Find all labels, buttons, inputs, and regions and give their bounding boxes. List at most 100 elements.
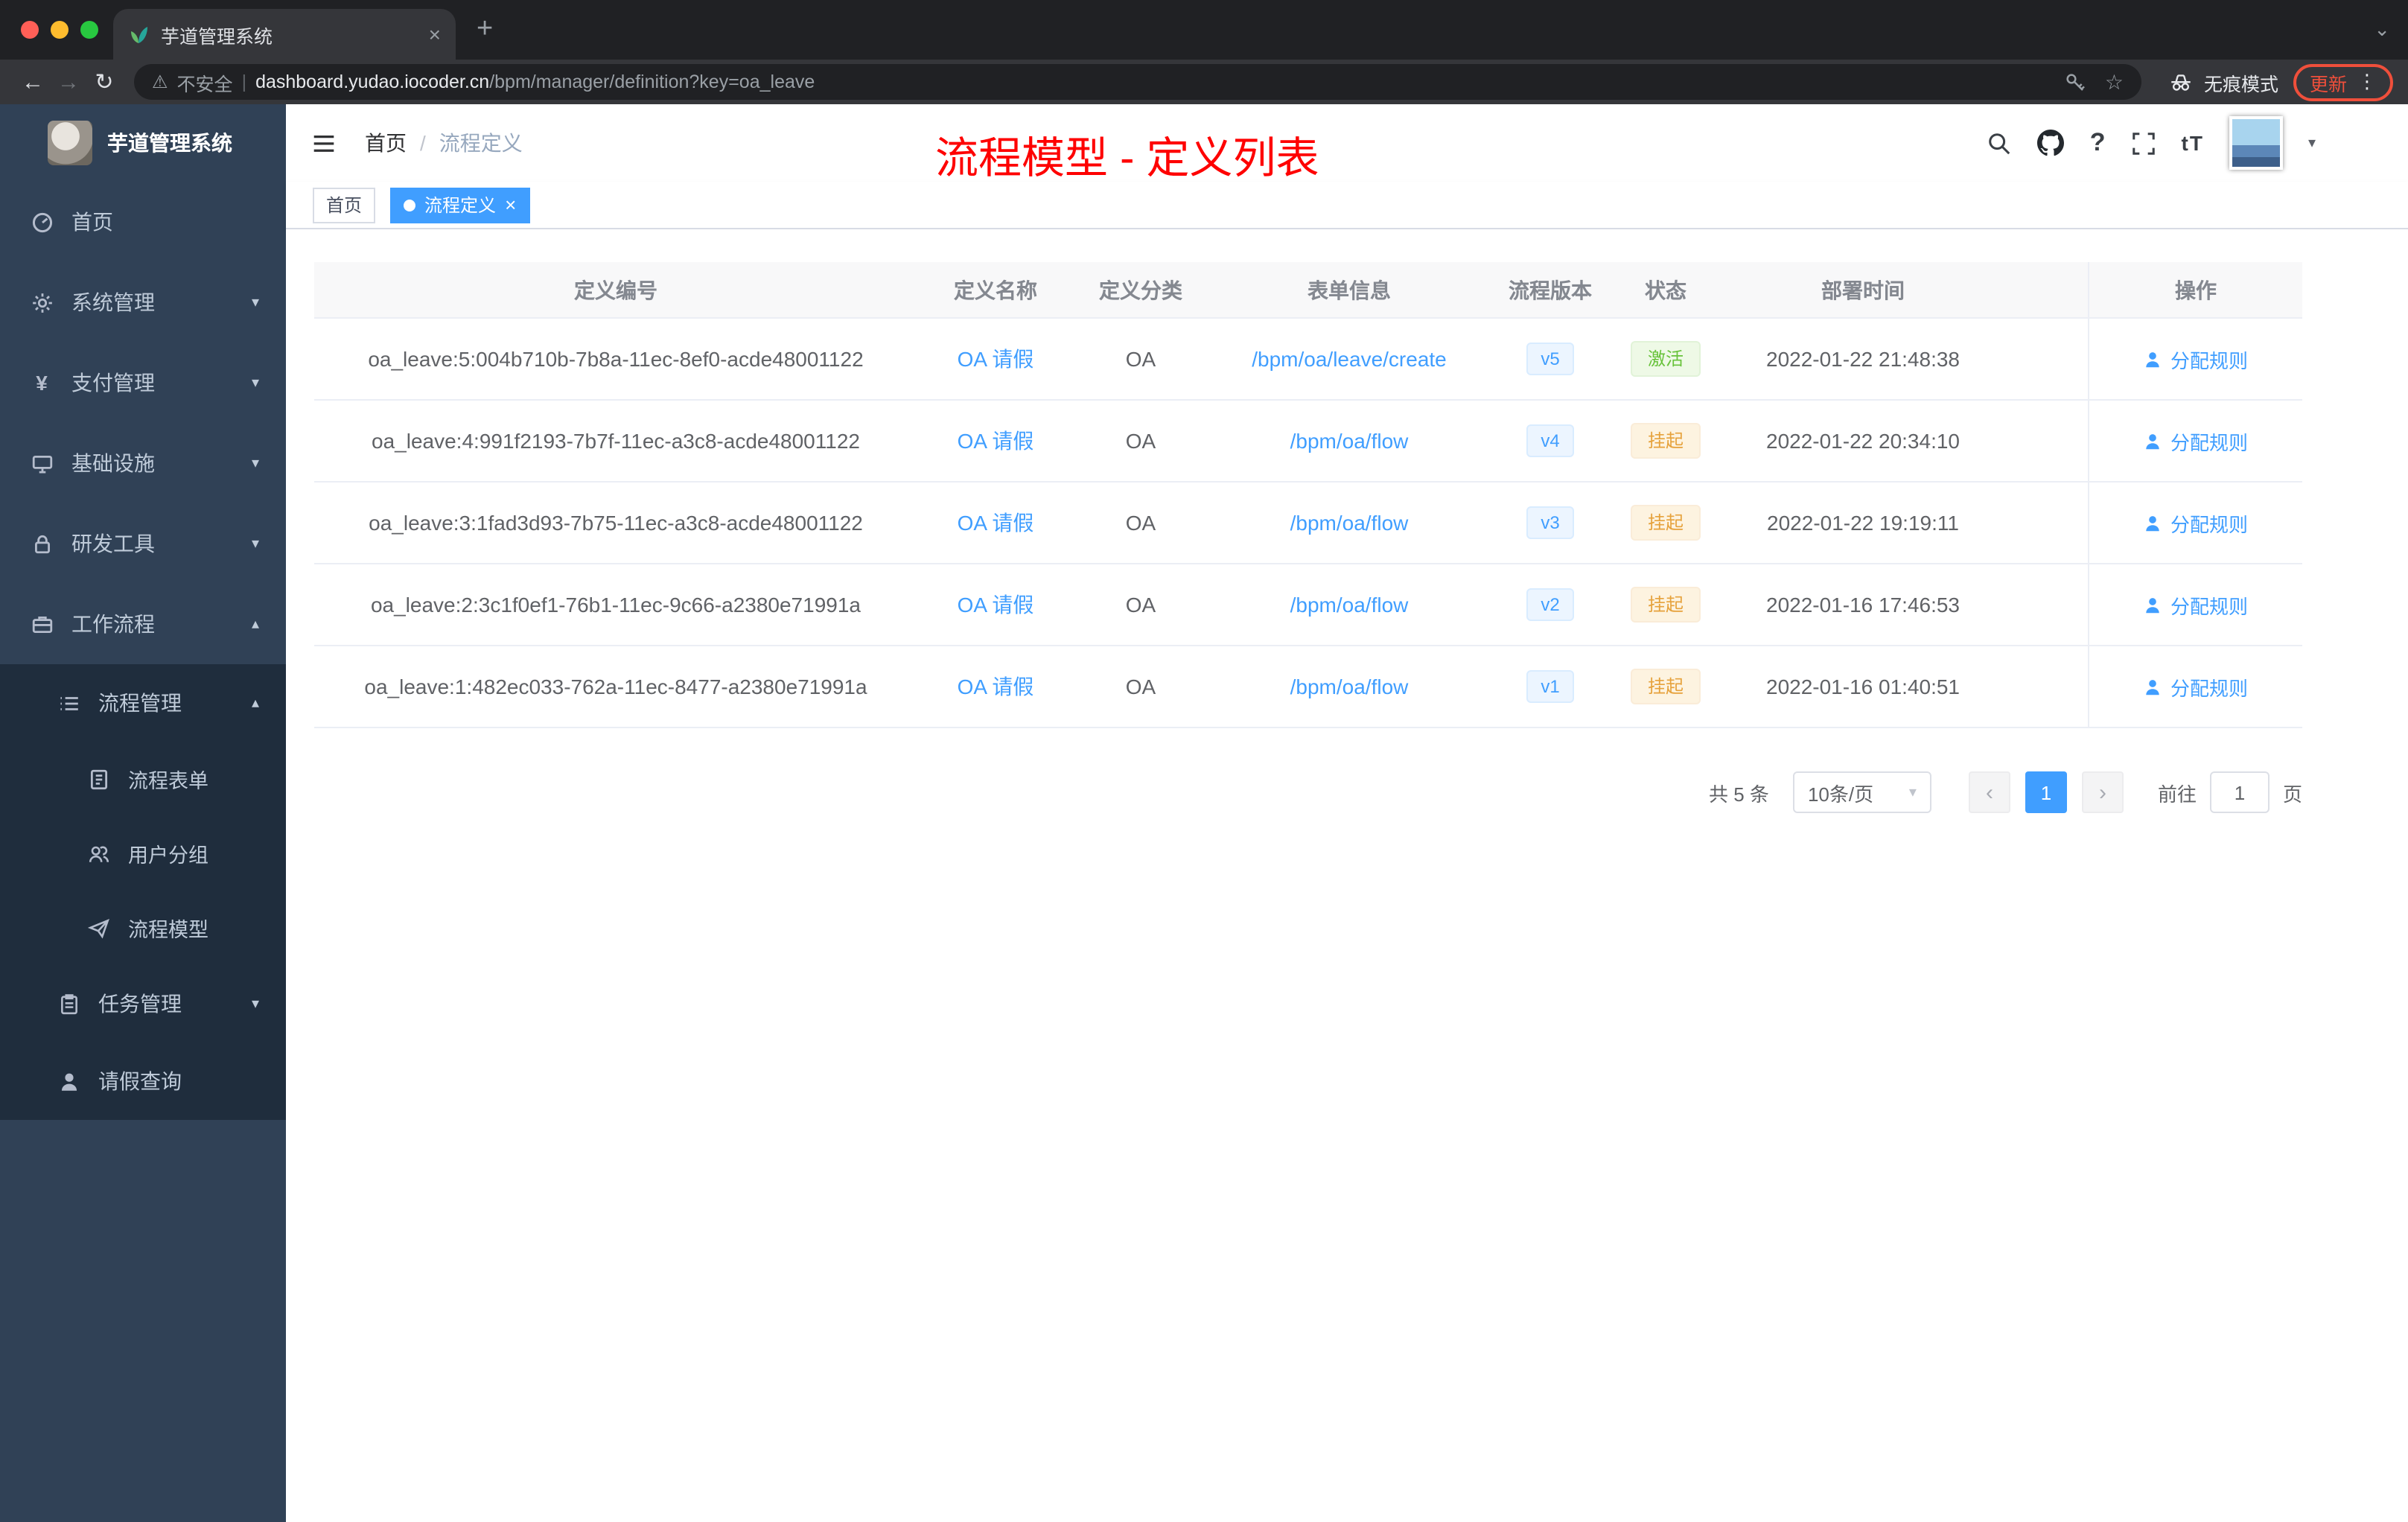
tag-process-definition[interactable]: 流程定义 ×: [390, 187, 530, 223]
tab-close-icon[interactable]: ×: [429, 22, 441, 46]
page-number-button[interactable]: 1: [2025, 771, 2067, 813]
form-info-link[interactable]: /bpm/oa/flow: [1290, 511, 1409, 535]
definition-name-link[interactable]: OA 请假: [958, 426, 1034, 456]
lock-icon: [30, 532, 54, 555]
prev-page-button[interactable]: ‹: [1968, 771, 2010, 813]
cell-deploy-time: 2022-01-16 17:46:53: [1766, 593, 1960, 617]
gear-icon: [30, 290, 54, 314]
incognito-icon: [2168, 69, 2194, 95]
sidebar-item-home[interactable]: 首页: [0, 182, 286, 262]
forward-button[interactable]: →: [51, 69, 86, 95]
reload-button[interactable]: ↻: [86, 69, 122, 95]
breadcrumb: 首页 / 流程定义: [365, 128, 523, 158]
page-size-select[interactable]: 10条/页 ▾: [1792, 771, 1931, 813]
back-button[interactable]: ←: [15, 69, 51, 95]
pagination-total: 共 5 条: [1709, 783, 1769, 805]
form-icon: [86, 767, 110, 791]
cell-deploy-time: 2022-01-22 19:19:11: [1767, 511, 1959, 535]
sidebar-item-leave-query[interactable]: 请假查询: [0, 1042, 286, 1120]
send-icon: [86, 916, 110, 940]
definition-name-link[interactable]: OA 请假: [958, 344, 1034, 374]
assign-rule-label: 分配规则: [2170, 513, 2248, 535]
sidebar-item-user-group[interactable]: 用户分组: [0, 816, 286, 891]
sidebar-item-label: 首页: [71, 210, 113, 234]
status-badge: 挂起: [1631, 505, 1700, 541]
cell-category: OA: [1125, 429, 1156, 453]
github-icon[interactable]: [2037, 130, 2065, 156]
tag-label: 流程定义: [424, 195, 497, 216]
font-size-icon[interactable]: tT: [2182, 131, 2204, 155]
version-tag: v5: [1526, 343, 1575, 375]
tab-search-chevron-icon[interactable]: ⌄: [2374, 18, 2390, 42]
cell-definition-id: oa_leave:3:1fad3d93-7b75-11ec-a3c8-acde4…: [369, 511, 863, 535]
definition-name-link[interactable]: OA 请假: [958, 508, 1034, 538]
password-key-icon[interactable]: [2065, 71, 2087, 93]
assign-rule-button[interactable]: 分配规则: [2144, 672, 2248, 701]
browser-menu-icon[interactable]: ⋮: [2357, 70, 2377, 94]
cell-spacer: [2004, 319, 2088, 399]
next-page-button[interactable]: ›: [2081, 771, 2124, 813]
cell-category: OA: [1125, 675, 1156, 698]
bookmark-star-icon[interactable]: ☆: [2105, 69, 2124, 95]
chrome-update-button[interactable]: 更新 ⋮: [2293, 63, 2393, 101]
user-avatar[interactable]: [2229, 116, 2283, 170]
form-info-link[interactable]: /bpm/oa/flow: [1290, 675, 1409, 698]
sidebar-item-infrastructure[interactable]: 基础设施 ▾: [0, 423, 286, 503]
tag-close-icon[interactable]: ×: [505, 195, 516, 214]
cell-spacer: [2004, 646, 2088, 727]
help-icon[interactable]: ?: [2090, 128, 2106, 158]
cell-deploy-time: 2022-01-22 21:48:38: [1766, 347, 1960, 371]
avatar-caret-icon[interactable]: ▾: [2308, 135, 2316, 151]
address-bar[interactable]: ⚠ 不安全 | dashboard.yudao.iocoder.cn/bpm/m…: [134, 64, 2141, 100]
cell-deploy-time: 2022-01-16 01:40:51: [1766, 675, 1960, 698]
browser-tab[interactable]: 芋道管理系统 ×: [113, 9, 456, 60]
page-content: 定义编号 定义名称 定义分类 表单信息 流程版本 状态 部署时间 操作 oa_l…: [286, 229, 2408, 1522]
security-warning-icon: ⚠: [152, 71, 168, 92]
sidebar-item-process-form[interactable]: 流程表单: [0, 742, 286, 816]
window-close-button[interactable]: [21, 21, 39, 39]
goto-page-input[interactable]: [2209, 771, 2270, 813]
window-minimize-button[interactable]: [51, 21, 69, 39]
main-area: 首页 / 流程定义 流程模型 - 定义列表 ? tT ▾ 首页 流程定义 × 定…: [286, 104, 2408, 1522]
form-info-link[interactable]: /bpm/oa/leave/create: [1252, 347, 1447, 371]
assign-rule-button[interactable]: 分配规则: [2144, 509, 2248, 537]
definition-name-link[interactable]: OA 请假: [958, 590, 1034, 620]
sidebar-item-task-management[interactable]: 任务管理 ▾: [0, 965, 286, 1042]
sidebar-collapse-icon[interactable]: [310, 129, 338, 157]
col-header-category: 定义分类: [1099, 278, 1182, 302]
window-zoom-button[interactable]: [80, 21, 98, 39]
sidebar-item-system[interactable]: 系统管理 ▾: [0, 262, 286, 343]
app-window: 芋道管理系统 首页 系统管理 ▾ ¥ 支付管理 ▾ 基础设施 ▾ 研发工具 ▾ …: [0, 104, 2408, 1522]
window-controls: [0, 21, 98, 39]
form-info-link[interactable]: /bpm/oa/flow: [1290, 593, 1409, 617]
fullscreen-icon[interactable]: [2131, 130, 2156, 156]
clipboard-icon: [57, 992, 80, 1016]
cell-spacer: [2004, 564, 2088, 645]
sidebar-item-devtools[interactable]: 研发工具 ▾: [0, 503, 286, 584]
sidebar-item-label: 系统管理: [71, 290, 155, 314]
new-tab-button[interactable]: +: [477, 13, 493, 46]
search-icon[interactable]: [1987, 130, 2013, 156]
url-host: dashboard.yudao.iocoder.cn: [255, 71, 490, 92]
breadcrumb-home[interactable]: 首页: [365, 128, 407, 158]
sidebar-logo[interactable]: 芋道管理系统: [0, 104, 286, 182]
sidebar-item-label: 研发工具: [71, 532, 155, 555]
security-label[interactable]: 不安全: [177, 68, 233, 96]
sidebar-item-workflow[interactable]: 工作流程 ▴: [0, 584, 286, 664]
update-label: 更新: [2309, 74, 2347, 95]
cell-category: OA: [1125, 347, 1156, 371]
assign-rule-button[interactable]: 分配规则: [2144, 427, 2248, 455]
list-icon: [57, 691, 80, 715]
sidebar-item-process-management[interactable]: 流程管理 ▴: [0, 664, 286, 742]
status-badge: 挂起: [1631, 587, 1700, 623]
sidebar-item-label: 流程表单: [128, 770, 208, 792]
sidebar-item-payment[interactable]: ¥ 支付管理 ▾: [0, 343, 286, 423]
sidebar-item-process-model[interactable]: 流程模型: [0, 891, 286, 965]
assign-rule-button[interactable]: 分配规则: [2144, 345, 2248, 373]
screen: 芋道管理系统 × + ⌄ ← → ↻ ⚠ 不安全 | dashboard.yud…: [0, 0, 2408, 1522]
definition-name-link[interactable]: OA 请假: [958, 672, 1034, 701]
assign-rule-button[interactable]: 分配规则: [2144, 590, 2248, 619]
chevron-up-icon: ▴: [251, 695, 259, 711]
tag-home[interactable]: 首页: [313, 187, 376, 223]
form-info-link[interactable]: /bpm/oa/flow: [1290, 429, 1409, 453]
